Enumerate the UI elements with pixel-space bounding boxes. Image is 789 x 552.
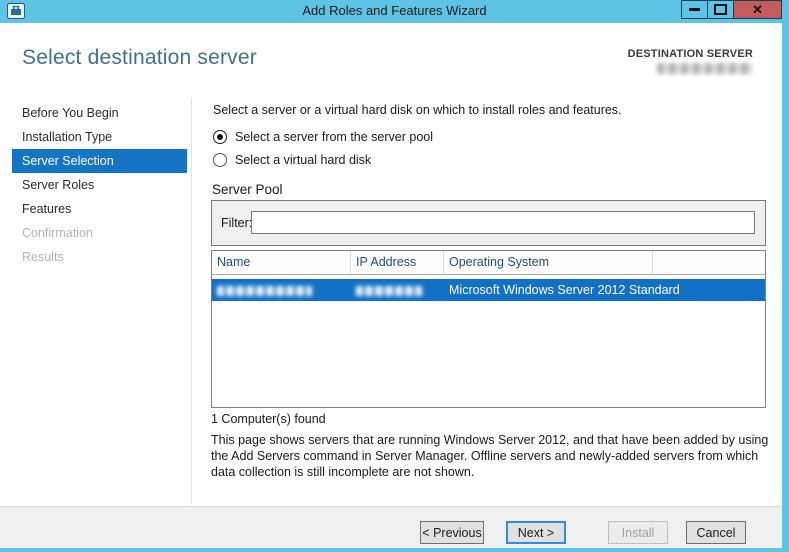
- sidebar-item-label: Features: [22, 202, 72, 216]
- sidebar-item-server-selection[interactable]: Server Selection: [12, 149, 187, 173]
- sidebar-separator: [191, 98, 192, 505]
- sidebar-item-results: Results: [12, 245, 187, 269]
- radio-button-icon: [213, 130, 227, 144]
- sidebar-item-server-roles[interactable]: Server Roles: [12, 173, 187, 197]
- table-header: Name IP Address Operating System: [212, 251, 765, 275]
- column-header-name[interactable]: Name: [212, 251, 351, 274]
- cancel-button[interactable]: Cancel: [686, 521, 746, 544]
- wizard-window: Add Roles and Features Wizard ✕ Select d…: [0, 0, 789, 552]
- sidebar-item-label: Results: [22, 250, 64, 264]
- filter-label: Filter:: [221, 216, 253, 230]
- server-pool-title: Server Pool: [212, 182, 283, 197]
- radio-button-icon: [213, 153, 227, 167]
- sidebar-item-label: Installation Type: [22, 130, 113, 144]
- close-button[interactable]: ✕: [733, 0, 782, 19]
- sidebar-item-label: Before You Begin: [22, 106, 119, 120]
- footer-bar: < Previous Next > Install Cancel: [0, 506, 789, 548]
- sidebar-item-label: Confirmation: [22, 226, 93, 240]
- computers-found-text: 1 Computer(s) found: [211, 412, 326, 426]
- filter-input[interactable]: [251, 211, 755, 234]
- page-title: Select destination server: [22, 46, 257, 69]
- column-header-operating-system[interactable]: Operating System: [444, 251, 653, 274]
- cell-ip-address-redacted: [351, 283, 444, 297]
- maximize-button[interactable]: [707, 0, 734, 19]
- previous-button[interactable]: < Previous: [420, 521, 484, 544]
- radio-select-virtual-hard-disk[interactable]: Select a virtual hard disk: [213, 153, 371, 167]
- cell-operating-system: Microsoft Windows Server 2012 Standard: [449, 283, 680, 297]
- column-header-ip-address[interactable]: IP Address: [351, 251, 444, 274]
- window-right-border: [782, 0, 789, 552]
- titlebar: Add Roles and Features Wizard ✕: [0, 0, 789, 23]
- window-title: Add Roles and Features Wizard: [302, 3, 487, 18]
- radio-label: Select a server from the server pool: [235, 130, 433, 144]
- maximize-icon: [714, 4, 727, 15]
- cell-server-name-redacted: [212, 283, 351, 297]
- page-description: This page shows servers that are running…: [211, 433, 769, 479]
- sidebar-item-confirmation: Confirmation: [12, 221, 187, 245]
- minimize-button[interactable]: [681, 0, 708, 19]
- next-button[interactable]: Next >: [506, 521, 566, 544]
- column-header-empty: [653, 251, 765, 274]
- instruction-text: Select a server or a virtual hard disk o…: [213, 103, 622, 117]
- destination-server-label: DESTINATION SERVER: [627, 48, 753, 60]
- radio-label: Select a virtual hard disk: [235, 153, 372, 167]
- sidebar-item-installation-type[interactable]: Installation Type: [12, 125, 187, 149]
- sidebar-item-features[interactable]: Features: [12, 197, 187, 221]
- wizard-steps-sidebar: Before You Begin Installation Type Serve…: [12, 101, 187, 269]
- destination-server-value-redacted: [657, 63, 753, 74]
- window-bottom-border: [0, 548, 789, 552]
- sidebar-item-label: Server Roles: [22, 178, 95, 192]
- minimize-icon: [689, 8, 700, 11]
- radio-select-server-from-pool[interactable]: Select a server from the server pool: [213, 130, 433, 144]
- destination-server-block: DESTINATION SERVER: [628, 48, 753, 79]
- table-row[interactable]: Microsoft Windows Server 2012 Standard: [212, 279, 765, 301]
- close-icon: ✕: [752, 2, 763, 17]
- sidebar-item-before-you-begin[interactable]: Before You Begin: [12, 101, 187, 125]
- filter-panel: Filter:: [211, 200, 766, 246]
- sidebar-item-label: Server Selection: [22, 154, 114, 168]
- install-button: Install: [608, 521, 668, 544]
- server-pool-table: Name IP Address Operating System Microso…: [211, 250, 766, 408]
